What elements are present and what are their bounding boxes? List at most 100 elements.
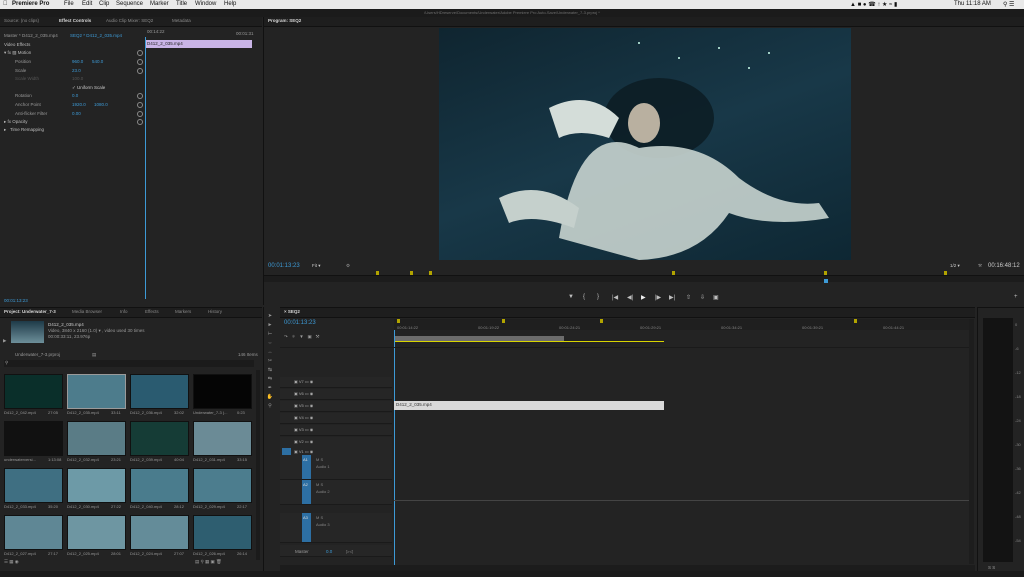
rotation-value[interactable]: 0.0 [72,93,78,98]
menu-sequence[interactable]: Sequence [116,1,143,7]
zoom-icon[interactable]: ⚲ [266,403,274,409]
marker[interactable] [502,319,505,323]
tab-effects[interactable]: Effects [145,309,159,314]
track-icons[interactable]: ▣ V4 ▭ ◉ [294,415,313,420]
timeline-clip[interactable]: D412_2_035.mp4 [394,401,664,410]
selected-clip-preview[interactable] [11,321,44,343]
go-to-out-icon[interactable]: ▶| [669,294,675,301]
tab-seq2[interactable]: × SEQ2 [284,309,300,314]
reset-icon[interactable] [137,93,143,99]
menu-title[interactable]: Title [176,1,187,7]
export-frame-icon[interactable]: ▣ [713,294,719,301]
solo-buttons[interactable]: S S [988,565,995,570]
scale-value[interactable]: 23.0 [72,68,81,73]
reset-icon[interactable] [137,111,143,117]
marker[interactable] [672,271,675,275]
rate-stretch-icon[interactable]: ↔ [266,349,274,355]
add-marker-icon[interactable]: ▼ [568,294,574,300]
track-icons[interactable]: ▣ V1 ▭ ◉ [294,449,313,454]
slide-icon[interactable]: ⇆ [266,376,274,382]
hand-icon[interactable]: ✋ [266,394,274,400]
clip-thumbnail[interactable] [193,515,252,550]
tab-project[interactable]: Project: Underwater_7-3 [4,309,56,314]
clip-thumbnail[interactable] [193,468,252,503]
project-footer-icons[interactable]: ▤ ⚲ ▦ ▣ 🗑 [195,559,222,565]
project-scrollbar[interactable] [256,370,260,560]
clip-thumbnail[interactable] [67,421,126,456]
clip-thumbnail[interactable] [4,421,63,456]
menu-help[interactable]: Help [224,1,236,7]
position-x[interactable]: 960.0 [72,59,83,64]
menu-edit[interactable]: Edit [82,1,92,7]
audio-mute-solo[interactable]: M S [316,515,323,520]
tab-history[interactable]: History [208,309,222,314]
master-volume[interactable]: 0.0 [326,549,332,554]
marker[interactable] [600,319,603,323]
clip-thumbnail[interactable] [130,374,189,409]
track-icons[interactable]: ▣ V2 ▭ ◉ [294,439,313,444]
audio-track-header[interactable]: A1 M S Audio 1 [280,455,392,480]
spotlight-icon[interactable]: ⚲ ☰ [1003,1,1014,8]
reset-icon[interactable] [137,59,143,65]
rolling-edit-icon[interactable]: ⇔ [266,340,274,346]
anchor-x[interactable]: 1920.0 [72,102,86,107]
wrench-icon[interactable]: ⚒ [978,263,982,269]
marker[interactable] [410,271,413,275]
reset-icon[interactable] [137,50,143,56]
timeline-vscroll[interactable] [969,319,974,564]
extract-icon[interactable]: ⇩ [700,294,705,301]
video-track-header[interactable]: ▣ V6 ▭ ◉ [280,389,392,400]
track-icons[interactable]: ▣ V7 ▭ ◉ [294,379,313,384]
audio-mute-solo[interactable]: M S [316,457,323,462]
new-bin-icon[interactable]: ▤ [92,352,96,358]
marker[interactable] [854,319,857,323]
program-timecode[interactable]: 00:01:13:23 [268,263,300,269]
video-track-header[interactable]: ▣ V3 ▭ ◉ [280,425,392,436]
menu-file[interactable]: File [64,1,74,7]
mark-out-icon[interactable]: } [597,294,599,300]
selection-tool-icon[interactable]: ➤ [266,313,274,319]
play-icon[interactable]: ▶ [641,294,646,301]
fit-dropdown[interactable]: Fit ▾ [312,263,321,269]
settings-wrench-icon[interactable]: ⚙ [346,263,350,269]
master-end-icon[interactable]: ▷◁ [346,549,353,555]
clip-thumbnail[interactable] [193,421,252,456]
mark-in-icon[interactable]: { [583,294,585,300]
tab-markers[interactable]: Markers [175,309,191,314]
clip-thumbnail[interactable] [67,515,126,550]
track-select-icon[interactable]: ► [266,322,274,328]
step-back-icon[interactable]: ◀| [627,294,633,301]
apple-icon[interactable]:  [3,1,8,7]
position-y[interactable]: 540.0 [92,59,103,64]
tab-effect-controls[interactable]: Effect Controls [59,18,91,23]
clip-thumbnail[interactable] [193,374,252,409]
add-button-icon[interactable]: + [1014,294,1018,300]
razor-icon[interactable]: ✂ [266,358,274,364]
master-clip-path[interactable]: Master * D412_2_035.mp4 [4,33,58,38]
clip-thumbnail[interactable] [130,515,189,550]
timeline-playhead[interactable] [394,330,395,566]
app-menu[interactable]: Premiere Pro [12,1,49,7]
timeline-timecode[interactable]: 00:01:13:23 [284,320,316,326]
audio-track-header[interactable]: A2 M S Audio 2 [280,480,392,505]
marker[interactable] [397,319,400,323]
reset-icon[interactable] [137,68,143,74]
project-search-input[interactable]: ⚲ [4,360,254,367]
uniform-scale-checkbox[interactable]: ✓ Uniform Scale [72,85,105,91]
motion-effect[interactable]: ▾ fx ▧ Motion [4,50,31,56]
tab-media-browser[interactable]: Media Browser [72,309,102,314]
clip-thumbnail[interactable] [4,468,63,503]
menu-clip[interactable]: Clip [99,1,109,7]
ec-playhead[interactable] [145,37,146,299]
ec-clip-bar[interactable]: D412_2_035.mp4 [145,40,252,48]
play-preview-icon[interactable]: ▶ [3,338,6,344]
slip-icon[interactable]: ↹ [266,367,274,373]
video-track-header[interactable]: ▣ V5 ▭ ◉ [280,401,392,412]
clip-thumbnail[interactable] [4,374,63,409]
pen-icon[interactable]: ✒ [266,385,274,391]
program-playhead[interactable] [824,279,828,283]
tab-program[interactable]: Program: SEQ2 [268,18,301,23]
tab-source[interactable]: Source: (no clips) [4,18,39,23]
reset-icon[interactable] [137,102,143,108]
video-track-header[interactable]: ▣ V7 ▭ ◉ [280,377,392,388]
